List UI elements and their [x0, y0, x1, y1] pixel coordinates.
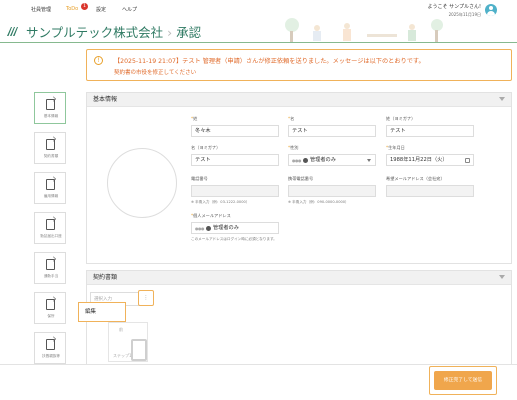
mei-label: *名: [288, 116, 295, 121]
visibility-text: 管理者のみ: [212, 225, 239, 231]
chevron-down-icon: [367, 159, 371, 162]
birthday-input[interactable]: 1988年11月22日（火）: [386, 154, 474, 166]
gender-select[interactable]: ●●● 管理者のみ: [288, 154, 376, 166]
nav-employee-management[interactable]: 社員管理: [31, 6, 51, 13]
profile-photo-placeholder[interactable]: [107, 148, 177, 218]
page-name: 承認: [176, 25, 202, 40]
company-name: サンプルテック株式会社: [26, 25, 164, 40]
personal-email-hint: このメールアドレスはログイン時に必須となります。: [191, 237, 277, 241]
sidebar-item-label: 勤怠届出口座: [40, 234, 62, 238]
basic-info-header[interactable]: 基本情報: [87, 93, 511, 107]
document-edit-icon: [46, 299, 55, 310]
document-edit-icon: [46, 259, 55, 270]
sei-input[interactable]: 冬々木: [191, 125, 279, 137]
visibility-indicator: ●●● 管理者のみ: [195, 223, 239, 233]
welcome-text: ようこそ サンプルさん!: [427, 4, 481, 10]
revision-request-alert: ! 【2025-11-19 21:07】テスト 管理者（申請）さんが修正依頼を送…: [86, 49, 512, 81]
alert-message: 【2025-11-19 21:07】テスト 管理者（申請）さんが修正依頼を送りま…: [114, 58, 425, 65]
sidebar-item-bank-account[interactable]: 勤怠届出口座: [34, 212, 66, 244]
panel-title: 基本情報: [93, 96, 118, 103]
sidebar-item-label: 雇用情報: [43, 194, 59, 198]
document-edit-icon: [46, 339, 55, 350]
visibility-text: 管理者のみ: [309, 157, 336, 163]
mobile-input[interactable]: [288, 185, 376, 197]
mei-input[interactable]: テスト: [288, 125, 376, 137]
lock-icon: [302, 158, 308, 163]
personal-email-label: *個人メールアドレス: [191, 213, 231, 218]
company-email-input[interactable]: [386, 185, 474, 197]
sidebar-item-dependents[interactable]: 扶養親族等: [34, 332, 66, 364]
page-title: サンプルテック株式会社 › 承認: [26, 22, 201, 41]
avatar[interactable]: [485, 4, 497, 16]
lock-icon: [205, 226, 211, 231]
todo-count-badge: 1: [81, 3, 88, 10]
sidebar-item-employment[interactable]: 雇用情報: [34, 172, 66, 204]
header-divider: [0, 42, 517, 43]
sidebar-item-contracts[interactable]: 契約書類: [34, 132, 66, 164]
document-edit-icon: [46, 219, 55, 230]
phone-label: 電話番号: [191, 176, 208, 181]
sidebar-item-label: 契約書類: [43, 154, 59, 158]
phone-hint: ※ 半角入力（例：03-1222-0000）: [191, 200, 250, 204]
panel-title: 契約書類: [93, 274, 118, 281]
calendar-icon[interactable]: [465, 158, 470, 163]
sidebar-item-insurance[interactable]: 保所: [34, 292, 66, 324]
sidebar-item-label: 通勤手当: [43, 274, 59, 278]
collapse-caret-icon[interactable]: [499, 97, 505, 101]
sei-kana-label: 姓（ヨミガナ）: [386, 116, 416, 121]
mobile-hint: ※ 半角入力（例：090-0000-0000）: [288, 200, 349, 204]
phone-input[interactable]: [191, 185, 279, 197]
nav-help[interactable]: ヘルプ: [122, 6, 137, 13]
sidebar-item-label: 保所: [47, 314, 55, 318]
sidebar-item-commute[interactable]: 通勤手当: [34, 252, 66, 284]
visibility-indicator: ●●● 管理者のみ: [292, 155, 336, 165]
sei-kana-input[interactable]: テスト: [386, 125, 474, 137]
gender-label: *性別: [288, 145, 299, 150]
document-edit-icon: [46, 99, 55, 110]
company-logo-icon: [7, 27, 18, 36]
privacy-dots-icon: ●●●: [292, 158, 301, 163]
breadcrumb-chevron-icon: ›: [167, 25, 173, 40]
sei-label: *姓: [191, 116, 198, 121]
collapse-caret-icon[interactable]: [499, 275, 505, 279]
sidebar-item-label: 基本情報: [43, 114, 59, 118]
card-label: 前: [119, 327, 123, 332]
card-caption: ステップ1: [113, 353, 132, 358]
info-icon: !: [94, 56, 103, 65]
contract-header[interactable]: 契約書類: [87, 271, 511, 285]
mei-kana-input[interactable]: テスト: [191, 154, 279, 166]
birthday-label: *生年月日: [386, 145, 405, 150]
personal-email-input[interactable]: ●●● 管理者のみ: [191, 222, 279, 234]
privacy-dots-icon: ●●●: [195, 226, 204, 231]
alert-detail: 契約書の市役を修正してください: [114, 70, 197, 76]
company-email-label: 希望メールアドレス（会社宛）: [386, 176, 445, 181]
mei-kana-label: 名（ヨミガナ）: [191, 145, 221, 150]
stacked-document-icon: [131, 339, 147, 361]
nav-todo[interactable]: ToDo: [66, 6, 78, 12]
contract-panel: 契約書類: [86, 270, 512, 365]
more-options-button[interactable]: ⋮: [138, 290, 154, 306]
document-edit-icon: [46, 179, 55, 190]
document-list-icon: [46, 139, 55, 150]
sidebar-item-label: 扶養親族等: [42, 354, 60, 358]
mobile-label: 携帯電話番号: [288, 176, 314, 181]
sidebar-item-basic-info[interactable]: 基本情報: [34, 92, 66, 124]
nav-settings[interactable]: 設定: [96, 6, 106, 13]
birthday-value: 1988年11月22日（火）: [390, 157, 448, 163]
context-menu-edit[interactable]: 編集: [78, 302, 126, 322]
submit-revision-button[interactable]: 修正完了して送信: [434, 371, 492, 390]
